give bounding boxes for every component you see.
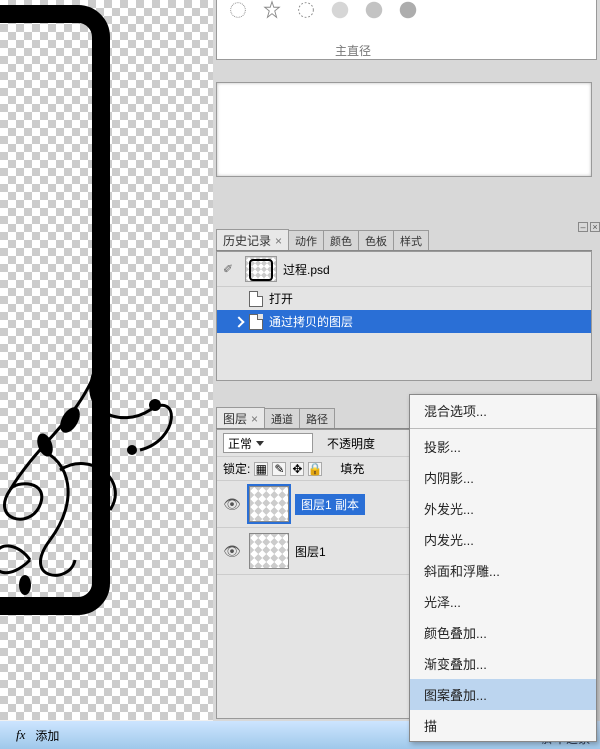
tab-styles[interactable]: 样式 — [393, 230, 429, 250]
lock-label: 锁定: — [223, 460, 250, 477]
layer-thumbnail[interactable] — [249, 533, 289, 569]
current-step-marker-icon — [233, 316, 244, 327]
lock-all-icon[interactable]: 🔒 — [308, 462, 322, 476]
menu-item-gradient-overlay[interactable]: 渐变叠加 — [410, 648, 596, 679]
history-step[interactable]: 通过拷贝的图层 — [217, 310, 591, 333]
history-panel: 历史记录× 动作 颜色 色板 样式 ✐ 过程.psd 打开 通过拷贝的图层 — [216, 230, 592, 390]
brush-swatch[interactable] — [325, 0, 355, 33]
blend-mode-select[interactable]: 正常 — [223, 433, 313, 453]
layer-thumbnail[interactable] — [249, 486, 289, 522]
panels-dock: 主直径 – × 历史记录× 动作 颜色 色板 样式 ✐ 过程.psd 打开 — [213, 0, 600, 749]
fx-button[interactable]: fx — [16, 727, 25, 743]
document-icon — [249, 291, 263, 307]
history-step[interactable]: 打开 — [217, 287, 591, 310]
lock-pixels-icon[interactable]: ✎ — [272, 462, 286, 476]
brush-stroke-preview — [216, 82, 592, 177]
menu-separator — [410, 428, 596, 429]
visibility-toggle-icon[interactable]: 👁 — [221, 543, 243, 560]
lock-position-icon[interactable]: ✥ — [290, 462, 304, 476]
brush-picker-panel: 主直径 — [216, 0, 597, 60]
history-snapshot[interactable]: ✐ 过程.psd — [217, 252, 591, 287]
brush-swatch[interactable] — [223, 0, 253, 33]
visibility-toggle-icon[interactable]: 👁 — [221, 496, 243, 513]
add-label: 添加 — [35, 727, 59, 744]
close-icon[interactable]: × — [275, 234, 282, 248]
opacity-label: 不透明度 — [327, 435, 375, 452]
menu-item-outer-glow[interactable]: 外发光 — [410, 493, 596, 524]
history-file-name: 过程.psd — [283, 261, 330, 278]
document-icon — [249, 314, 263, 330]
layer-style-context-menu: 混合选项 投影 内阴影 外发光 内发光 斜面和浮雕 光泽 颜色叠加 渐变叠加 图… — [409, 394, 597, 742]
brush-swatch[interactable] — [257, 0, 287, 33]
menu-item-color-overlay[interactable]: 颜色叠加 — [410, 617, 596, 648]
menu-item-stroke[interactable]: 描 — [410, 710, 596, 741]
menu-item-blending-options[interactable]: 混合选项 — [410, 395, 596, 426]
snapshot-thumb — [245, 256, 277, 282]
brush-swatch[interactable] — [393, 0, 423, 33]
tab-layers[interactable]: 图层× — [216, 407, 265, 428]
layer-name[interactable]: 图层1 — [295, 543, 326, 560]
blend-mode-value: 正常 — [228, 435, 252, 452]
history-step-label: 打开 — [269, 290, 293, 307]
tab-history[interactable]: 历史记录× — [216, 229, 289, 250]
flourish-ornament — [0, 350, 210, 610]
document-canvas[interactable] — [0, 0, 213, 720]
fill-label: 填充 — [340, 460, 364, 477]
tab-channels[interactable]: 通道 — [264, 408, 300, 428]
chevron-down-icon — [256, 441, 264, 446]
tab-color[interactable]: 颜色 — [323, 230, 359, 250]
menu-item-pattern-overlay[interactable]: 图案叠加 — [410, 679, 596, 710]
tab-swatches[interactable]: 色板 — [358, 230, 394, 250]
brush-diameter-label: 主直径 — [335, 42, 371, 59]
menu-item-drop-shadow[interactable]: 投影 — [410, 431, 596, 462]
brush-swatch[interactable] — [291, 0, 321, 33]
tab-actions[interactable]: 动作 — [288, 230, 324, 250]
lock-transparent-icon[interactable]: ▦ — [254, 462, 268, 476]
close-icon[interactable]: × — [251, 412, 258, 426]
brush-swatch[interactable] — [359, 0, 389, 33]
history-step-label: 通过拷贝的图层 — [269, 313, 353, 330]
history-tabs: 历史记录× 动作 颜色 色板 样式 — [216, 230, 592, 251]
menu-item-bevel-emboss[interactable]: 斜面和浮雕 — [410, 555, 596, 586]
tab-paths[interactable]: 路径 — [299, 408, 335, 428]
layer-name[interactable]: 图层1 副本 — [295, 494, 365, 515]
menu-item-inner-shadow[interactable]: 内阴影 — [410, 462, 596, 493]
brush-icon: ✐ — [223, 262, 239, 276]
menu-item-inner-glow[interactable]: 内发光 — [410, 524, 596, 555]
menu-item-satin[interactable]: 光泽 — [410, 586, 596, 617]
